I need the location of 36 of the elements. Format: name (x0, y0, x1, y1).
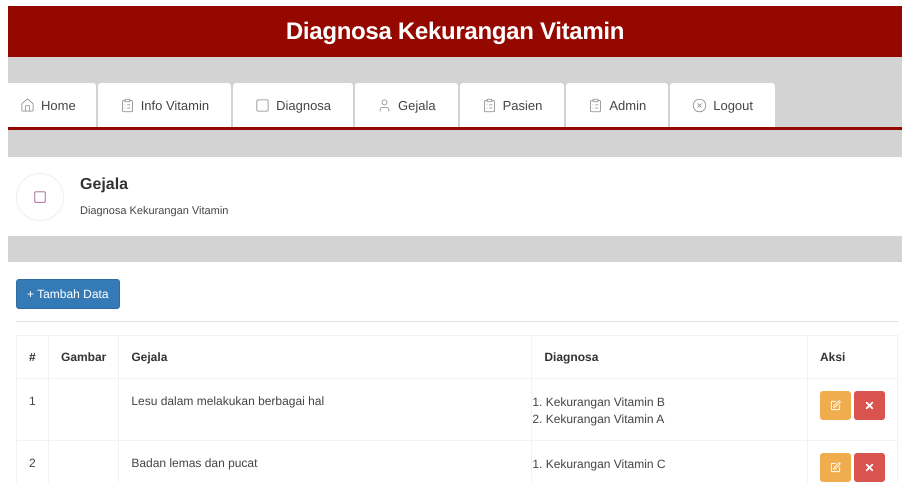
column-header: Aksi (808, 336, 898, 378)
diagnosis-item: 1. Kekurangan Vitamin B (532, 394, 666, 411)
clipboard-icon (120, 98, 135, 112)
nav-tab[interactable]: Diagnosa (233, 83, 354, 127)
close-icon (864, 462, 875, 473)
diagnosis-item: 1. Kekurangan Vitamin C (532, 456, 667, 473)
clipboard-icon (588, 98, 604, 112)
nav-tab[interactable]: Logout (670, 83, 775, 127)
circle-x-icon (692, 98, 708, 112)
page-title: Gejala (80, 176, 130, 194)
nav-tab[interactable]: Admin (566, 83, 668, 127)
column-header: Gejala (118, 336, 532, 378)
table-cell: Lesu dalam melakukan berbagai hal (118, 378, 532, 440)
edit-icon (830, 400, 841, 411)
person-icon (377, 98, 392, 112)
nav-tab[interactable]: Gejala (355, 83, 458, 127)
square-icon (255, 98, 270, 112)
column-header: Gambar (48, 336, 119, 378)
delete-button[interactable] (854, 453, 885, 482)
diagnosis-item: 2. Kekurangan Vitamin A (532, 411, 666, 428)
nav-tab[interactable]: Home (8, 83, 96, 127)
delete-button[interactable] (854, 391, 885, 420)
nav-tab[interactable]: Pasien (460, 83, 564, 127)
clipboard-icon (482, 98, 497, 112)
edit-icon (830, 462, 841, 473)
column-header: Diagnosa (532, 336, 808, 378)
close-icon (864, 400, 875, 411)
nav-tab[interactable]: Info Vitamin (98, 83, 232, 127)
site-title: Diagnosa Kekurangan Vitamin (286, 18, 624, 46)
column-header: # (16, 336, 48, 378)
table-cell: 1 (16, 378, 48, 440)
add-data-button[interactable]: + Tambah Data (16, 279, 120, 309)
square-icon (33, 190, 47, 204)
home-icon (20, 98, 35, 112)
page-subtitle: Diagnosa Kekurangan Vitamin (80, 205, 228, 217)
table-cell: 2 (16, 440, 48, 482)
